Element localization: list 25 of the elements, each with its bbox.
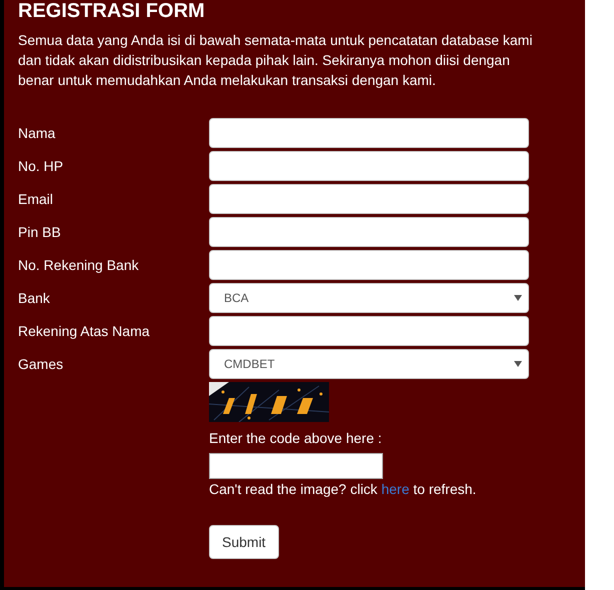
field-label: No. HP xyxy=(18,158,64,174)
refresh-hint: Can't read the image? click here to refresh. xyxy=(209,480,476,499)
input-field[interactable] xyxy=(209,184,529,214)
refresh-link[interactable]: here xyxy=(381,481,410,497)
intro-text: Semua data yang Anda isi di bawah semata-mata untuk pencatatan database kami dan tidak akan didistribusikan kepada pihak lain. Sekiranya mohon diisi dengan benar untuk memudahkan Anda melakukan transaksi dengan kami. xyxy=(18,31,534,90)
captcha-input[interactable] xyxy=(209,453,383,479)
captcha-prompt: Enter the code above here : xyxy=(209,429,382,448)
field-label: Games xyxy=(18,356,64,372)
field-label: Rekening Atas Nama xyxy=(18,323,151,339)
field-label: Pin BB xyxy=(18,224,62,240)
input-field[interactable] xyxy=(209,118,529,148)
submit-button[interactable]: Submit xyxy=(209,525,279,559)
select-field[interactable]: CMDBET xyxy=(209,349,529,379)
caret-icon xyxy=(514,295,522,301)
form-title: REGISTRASI FORM xyxy=(18,0,206,22)
field-label: Bank xyxy=(18,290,51,306)
field-label: No. Rekening Bank xyxy=(18,257,140,273)
input-field[interactable] xyxy=(209,217,529,247)
input-field[interactable] xyxy=(209,250,529,280)
caret-icon xyxy=(514,361,522,367)
select-field[interactable]: BCA xyxy=(209,283,529,313)
field-label: Nama xyxy=(18,125,56,141)
field-label: Email xyxy=(18,191,54,207)
input-field[interactable] xyxy=(209,316,529,346)
input-field[interactable] xyxy=(209,151,529,181)
